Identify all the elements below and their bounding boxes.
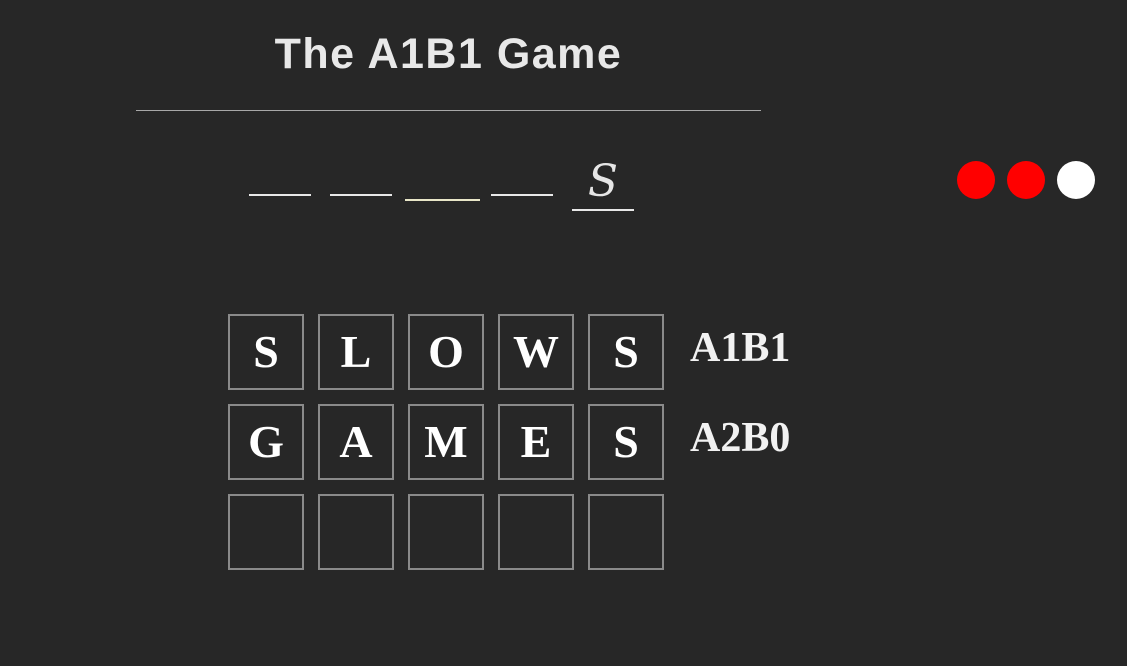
letter-tile[interactable]: G <box>228 403 304 480</box>
guess-row-2: G A M E S A2B0 <box>228 402 790 481</box>
letter-tile[interactable]: L <box>318 313 394 390</box>
letter-tile[interactable]: M <box>408 403 484 480</box>
life-used <box>1007 161 1045 199</box>
letter-tile[interactable] <box>318 493 394 570</box>
answer-slot-2 <box>330 194 392 196</box>
letter-tile[interactable] <box>408 493 484 570</box>
letter-tile[interactable]: A <box>318 403 394 480</box>
answer-slot-5 <box>572 209 634 211</box>
game-title: The A1B1 Game <box>274 30 623 78</box>
letter-tile[interactable]: S <box>228 313 304 390</box>
letter-tile[interactable] <box>588 493 664 570</box>
guess-row-1: S L O W S A1B1 <box>228 312 790 391</box>
letter-tile[interactable]: S <box>588 403 664 480</box>
letter-tile[interactable]: E <box>498 403 574 480</box>
letter-tile[interactable] <box>228 493 304 570</box>
lives-indicator <box>957 161 1095 199</box>
letter-tile[interactable]: W <box>498 313 574 390</box>
letter-tile[interactable]: O <box>408 313 484 390</box>
guess-result: A2B0 <box>690 415 791 461</box>
letter-tile[interactable]: S <box>588 313 664 390</box>
guess-row-3 <box>228 492 678 571</box>
answer-slot-4 <box>491 194 553 196</box>
life-remaining <box>1057 161 1095 199</box>
title-divider <box>136 110 761 111</box>
life-used <box>957 161 995 199</box>
answer-slot-3 <box>405 199 480 201</box>
answer-slot-1 <box>249 194 311 196</box>
answer-slot-5-letter: S <box>587 156 619 207</box>
guess-result: A1B1 <box>690 325 791 371</box>
letter-tile[interactable] <box>498 493 574 570</box>
